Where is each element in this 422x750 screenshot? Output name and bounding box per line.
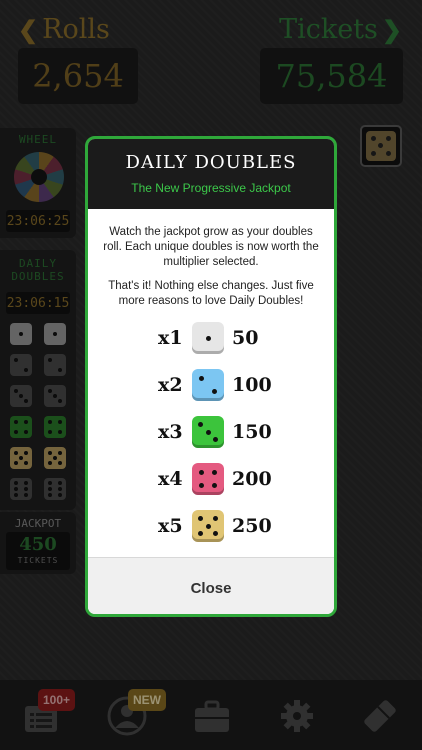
- multiplier-row: x4 200: [158, 462, 298, 496]
- die-icon: [192, 322, 224, 354]
- multiplier-label: x5: [158, 515, 183, 537]
- multiplier-row: x1 50: [158, 321, 298, 355]
- modal-title: DAILY DOUBLES: [125, 152, 297, 173]
- multiplier-label: x2: [158, 374, 183, 396]
- multiplier-label: x4: [158, 468, 183, 490]
- multiplier-row: x2 100: [158, 368, 298, 402]
- jackpot-ticket-value: 250: [232, 515, 272, 537]
- jackpot-ticket-value: 100: [232, 374, 272, 396]
- die-icon: [192, 510, 224, 542]
- multiplier-row: x3 150: [158, 415, 298, 449]
- die-icon: [192, 369, 224, 401]
- jackpot-ticket-value: 150: [232, 421, 272, 443]
- daily-doubles-modal: DAILY DOUBLES The New Progressive Jackpo…: [85, 136, 337, 617]
- modal-paragraph: That's it! Nothing else changes. Just fi…: [108, 280, 314, 307]
- jackpot-ticket-value: 200: [232, 468, 272, 490]
- multiplier-label: x1: [158, 327, 183, 349]
- modal-header: DAILY DOUBLES The New Progressive Jackpo…: [88, 139, 334, 209]
- multiplier-row: x5 250: [158, 509, 298, 543]
- die-icon: [192, 463, 224, 495]
- modal-paragraph: Watch the jackpot grow as your doubles r…: [103, 226, 319, 268]
- multiplier-label: x3: [158, 421, 183, 443]
- jackpot-ticket-value: 50: [232, 327, 259, 349]
- close-button[interactable]: Close: [88, 577, 334, 601]
- die-icon: [192, 416, 224, 448]
- modal-subtitle: The New Progressive Jackpot: [131, 181, 291, 195]
